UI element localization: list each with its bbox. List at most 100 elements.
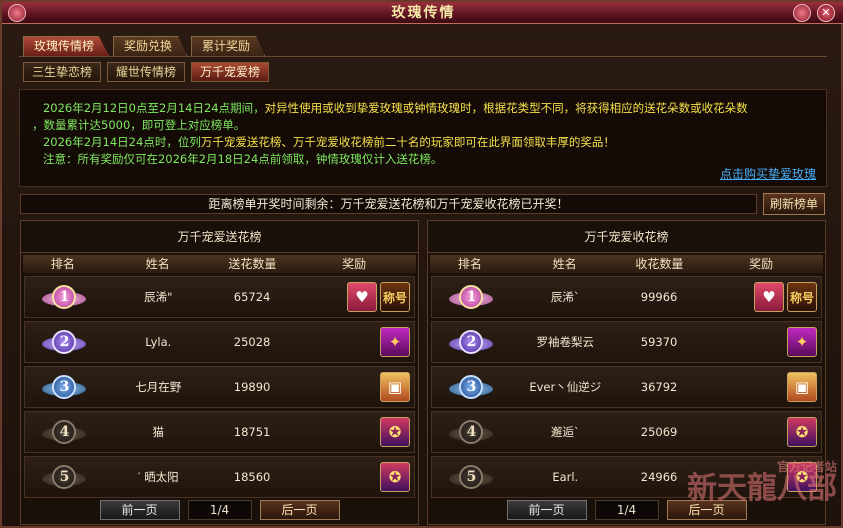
player-name: ′ 晒太阳: [137, 470, 179, 484]
tab-cumulative-reward[interactable]: 累计奖励: [191, 36, 266, 56]
header-reward: 奖励: [342, 257, 367, 271]
reward-cell: ✪: [292, 462, 414, 492]
table-row: 1 辰浠" 65724 ♥ 称号: [24, 276, 415, 318]
player-name: Ever丶仙逆ジ: [529, 380, 602, 394]
player-name: 辰浠": [144, 290, 173, 304]
info-line-2: ，数量累计达5000，即可登上对应榜单。: [32, 118, 246, 132]
reward-badge-icon[interactable]: 称号: [380, 282, 410, 312]
header-rank: 排名: [50, 257, 75, 271]
reward-cell: ✦: [292, 327, 414, 357]
flower-count: 99966: [640, 290, 678, 304]
rank-cell: 2: [432, 327, 511, 357]
send-flower-rank-panel: 万千宠爱送花榜 排名 姓名 送花数量 奖励 1 辰浠" 65724 ♥ 称号 2 Lyla.…: [20, 220, 419, 525]
column-headers: 排名 姓名 收花数量 奖励: [430, 255, 823, 273]
rank-medal-icon: 4: [449, 417, 494, 447]
event-info-box: 2026年2月12日0点至2月14日24点期间，对异性使用或收到挚爱玫瑰或钟情玫…: [19, 89, 827, 187]
rank-cell: 1: [432, 282, 511, 312]
flower-count: 18751: [233, 425, 271, 439]
header-name: 姓名: [552, 257, 577, 271]
draw-time-notice: 距离榜单开奖时间剩余：万千宠爱送花榜和万千宠爱收花榜已开奖！: [20, 194, 757, 214]
header-count: 送花数量: [228, 257, 277, 271]
flower-count: 25028: [233, 335, 271, 349]
reward-chest-icon[interactable]: ✪: [380, 462, 410, 492]
reward-cell: ♥ 称号: [699, 282, 821, 312]
header-name: 姓名: [145, 257, 170, 271]
table-row: 5 ′ 晒太阳 18560 ✪: [24, 456, 415, 498]
reward-cell: ▣: [699, 372, 821, 402]
table-row: 1 辰浠` 99966 ♥ 称号: [431, 276, 822, 318]
table-row: 3 七月在野 19890 ▣: [24, 366, 415, 408]
player-name: 辰浠`: [550, 290, 580, 304]
flower-count: 59370: [640, 335, 678, 349]
window-frame: 玫瑰传情 ✕ 玫瑰传情榜 奖励兑换 累计奖励 三生挚恋榜 耀世传情榜 万千宠爱榜…: [0, 0, 843, 528]
reward-cell: ✦: [699, 327, 821, 357]
rank-medal-icon: 5: [42, 462, 87, 492]
rank-cell: 3: [25, 372, 104, 402]
refresh-rank-button[interactable]: 刷新榜单: [763, 193, 825, 215]
main-tabs: 玫瑰传情榜 奖励兑换 累计奖励: [23, 36, 266, 56]
reward-chest-icon[interactable]: ✪: [380, 417, 410, 447]
info-line-4: 注意：所有奖励仅可在2026年2月18日24点前领取，钟情玫瑰仅计入送花榜。: [42, 152, 443, 166]
rank-medal-icon: 5: [449, 462, 494, 492]
table-row: 3 Ever丶仙逆ジ 36792 ▣: [431, 366, 822, 408]
reward-gift-icon[interactable]: ✦: [787, 327, 817, 357]
table-row: 4 猫 18751 ✪: [24, 411, 415, 453]
rank-cell: 5: [432, 462, 511, 492]
column-headers: 排名 姓名 送花数量 奖励: [23, 255, 416, 273]
player-name: 邂逅`: [550, 425, 580, 439]
reward-gift-icon[interactable]: ✦: [380, 327, 410, 357]
rank-cell: 1: [25, 282, 104, 312]
header-reward: 奖励: [749, 257, 774, 271]
reward-cell: ▣: [292, 372, 414, 402]
table-row: 2 罗袖卷梨云 59370 ✦: [431, 321, 822, 363]
window-title: 玫瑰传情: [2, 2, 843, 24]
rank-rows: 1 辰浠" 65724 ♥ 称号 2 Lyla. 25028 ✦ 3 七月在野 19890 ▣ 4 猫 187…: [21, 276, 418, 498]
flower-count: 36792: [640, 380, 678, 394]
rank-medal-icon: 2: [449, 327, 494, 357]
reward-badge-icon[interactable]: 称号: [787, 282, 817, 312]
reward-cell: ✪: [292, 417, 414, 447]
close-button[interactable]: ✕: [817, 4, 835, 22]
player-name: 猫: [152, 425, 165, 439]
reward-cell: ✪: [699, 417, 821, 447]
rose-ornament-icon: [793, 4, 811, 22]
player-name: 七月在野: [135, 380, 182, 394]
header-count: 收花数量: [635, 257, 684, 271]
pager: 前一页 1/4 后一页: [21, 500, 418, 520]
player-name: Lyla.: [145, 335, 172, 349]
reward-title-icon[interactable]: ♥: [754, 282, 784, 312]
rank-medal-icon: 3: [449, 372, 494, 402]
rank-medal-icon: 1: [42, 282, 87, 312]
rank-medal-icon: 3: [42, 372, 87, 402]
player-name: 罗袖卷梨云: [536, 335, 595, 349]
rank-cell: 3: [432, 372, 511, 402]
prev-page-button[interactable]: 前一页: [99, 500, 180, 520]
rank-medal-icon: 1: [449, 282, 494, 312]
subtab-sansheng[interactable]: 三生挚恋榜: [23, 62, 102, 82]
info-line-1: 2026年2月12日0点至2月14日24点期间，对异性使用或收到挚爱玫瑰或钟情玫…: [42, 101, 748, 115]
table-row: 2 Lyla. 25028 ✦: [24, 321, 415, 363]
next-page-button[interactable]: 后一页: [259, 500, 340, 520]
panel-title: 万千宠爱送花榜: [21, 221, 418, 253]
reward-chest-icon[interactable]: ✪: [787, 417, 817, 447]
rank-medal-icon: 2: [42, 327, 87, 357]
tab-reward-exchange[interactable]: 奖励兑换: [113, 36, 188, 56]
reward-title-icon[interactable]: ♥: [347, 282, 377, 312]
info-line-3: 2026年2月14日24点时，位列万千宠爱送花榜、万千宠爱收花榜前二十名的玩家即…: [42, 135, 615, 149]
rank-cell: 4: [25, 417, 104, 447]
buy-rose-link[interactable]: 点击购买挚爱玫瑰: [720, 166, 816, 183]
reward-box-icon[interactable]: ▣: [787, 372, 817, 402]
sub-tabs: 三生挚恋榜 耀世传情榜 万千宠爱榜: [23, 62, 270, 82]
rank-cell: 4: [432, 417, 511, 447]
panel-title: 万千宠爱收花榜: [428, 221, 825, 253]
reward-box-icon[interactable]: ▣: [380, 372, 410, 402]
player-name: Earl.: [552, 470, 579, 484]
flower-count: 25069: [640, 425, 678, 439]
tab-rose-rank[interactable]: 玫瑰传情榜: [23, 36, 110, 56]
subtab-wanqian[interactable]: 万千宠爱榜: [191, 62, 270, 82]
header-rank: 排名: [457, 257, 482, 271]
tabs-divider: [19, 56, 827, 57]
subtab-yaoshi[interactable]: 耀世传情榜: [107, 62, 186, 82]
prev-page-button[interactable]: 前一页: [506, 500, 587, 520]
site-watermark: 官方记者站 新天龍八部: [687, 460, 837, 506]
